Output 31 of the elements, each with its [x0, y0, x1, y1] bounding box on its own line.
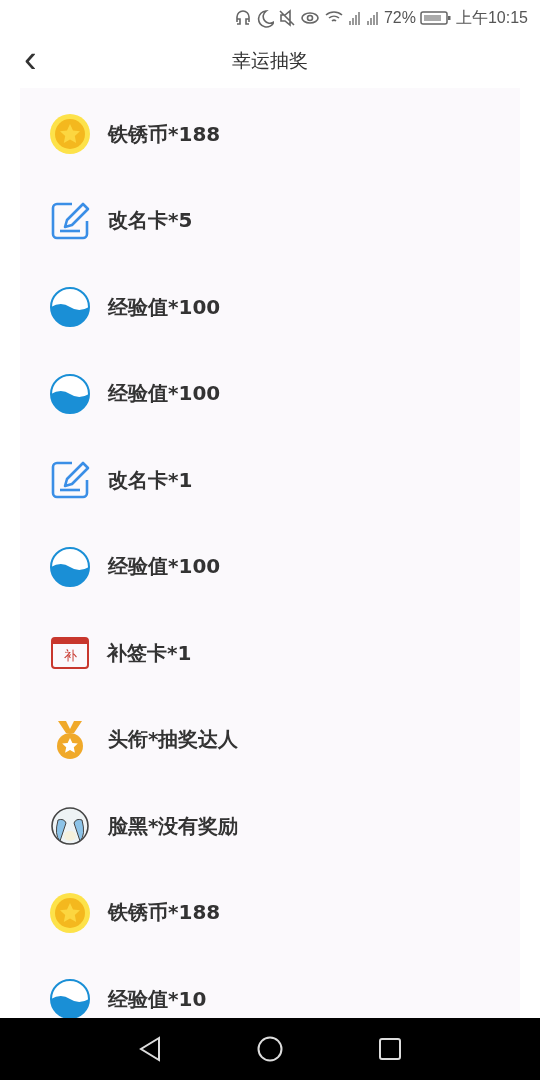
edit-icon [50, 460, 90, 501]
prize-label: 改名卡*5 [108, 207, 193, 235]
prize-label: 经验值*100 [108, 553, 221, 581]
prize-label: 铁锈币*188 [108, 120, 221, 148]
back-nav-icon[interactable] [138, 1036, 162, 1062]
prize-label: 经验值*10 [108, 985, 207, 1013]
back-button[interactable]: ‹ [18, 44, 43, 74]
prize-label: 脸黑*没有奖励 [108, 812, 239, 840]
mute-icon [277, 8, 296, 28]
prize-label: 头衔*抽奖达人 [108, 726, 239, 754]
status-time: 上午10:15 [455, 7, 528, 28]
moon-icon [255, 8, 274, 28]
page-title: 幸运抽奖 [232, 48, 308, 73]
edit-icon [50, 200, 90, 241]
battery-percent: 72% [383, 9, 416, 27]
wave-icon [50, 287, 90, 328]
coin-icon [50, 114, 90, 155]
wave-icon [50, 373, 90, 414]
prize-label: 经验值*100 [108, 293, 221, 321]
recents-nav-icon[interactable] [378, 1037, 402, 1061]
coin-icon [50, 892, 90, 933]
prize-label: 经验值*100 [108, 380, 221, 408]
prize-label: 补签卡*1 [107, 639, 192, 667]
headphones-icon [233, 8, 252, 28]
prize-label: 铁锈币*188 [108, 899, 221, 927]
battery-icon [419, 10, 452, 26]
wave-icon [50, 546, 90, 587]
home-nav-icon[interactable] [257, 1036, 283, 1062]
calendar-icon: 补 [51, 637, 89, 670]
crying-face-icon [50, 806, 90, 847]
prize-label: 改名卡*1 [108, 466, 193, 494]
